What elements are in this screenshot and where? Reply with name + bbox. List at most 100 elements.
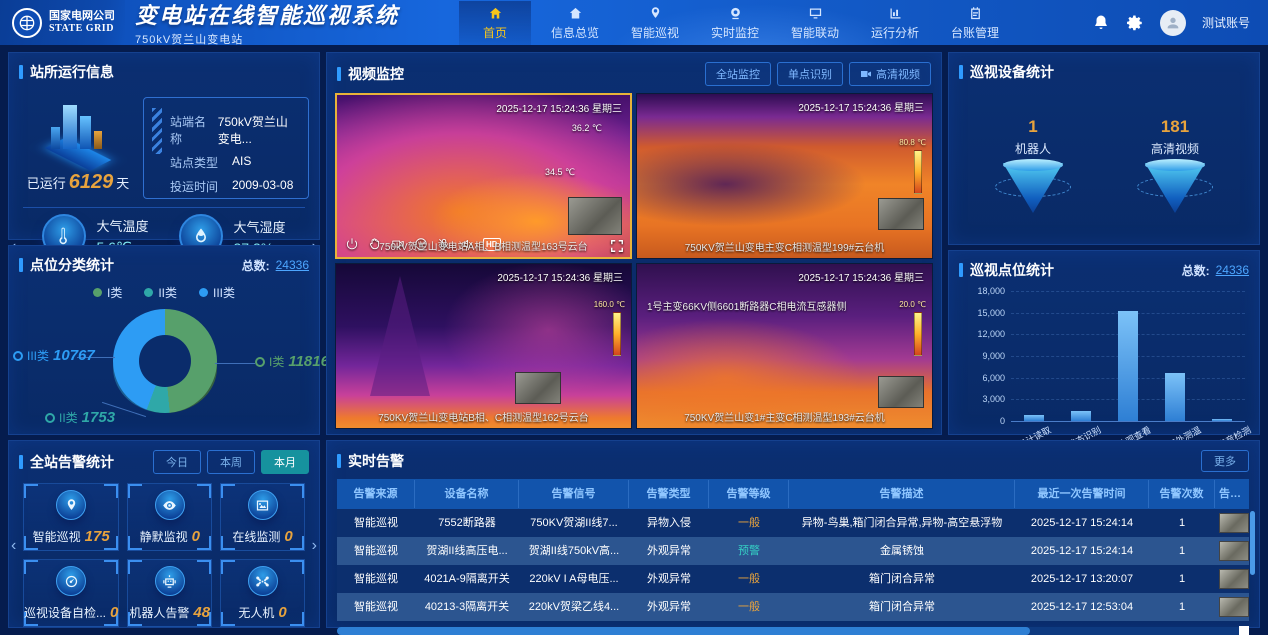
legend-label: II类 <box>158 284 177 301</box>
horizontal-scrollbar[interactable] <box>337 627 1249 635</box>
nav-item-ledger[interactable]: 台账管理 <box>939 1 1011 45</box>
total-count-link[interactable]: 24336 <box>1216 263 1249 277</box>
card-value: 0 <box>110 604 118 621</box>
tower-silhouette <box>370 276 430 396</box>
card-label: 无人机 <box>238 606 274 620</box>
video-feed-3[interactable]: 2025-12-17 15:24:36 星期三 160.0 ℃ 750KV贺兰山… <box>335 263 632 429</box>
top-bar: 国家电网公司 STATE GRID 变电站在线智能巡视系统 750kV贺兰山变电… <box>0 0 1268 45</box>
donut-chart: III类10767 I类11816 II类1753 <box>9 301 319 429</box>
bell-icon[interactable] <box>1092 14 1110 32</box>
card-online-monitor[interactable]: 在线监测0 <box>220 483 305 551</box>
horizontal-scrollbar-handle[interactable] <box>1239 626 1249 635</box>
robot-icon <box>155 566 185 596</box>
panel-title: 站所运行信息 <box>30 62 114 82</box>
callout-class2: II类1753 <box>45 409 115 426</box>
nav-item-analysis[interactable]: 运行分析 <box>859 1 931 45</box>
drone-icon <box>248 566 278 596</box>
horizontal-scrollbar-fill <box>337 627 1030 635</box>
table-row[interactable]: 智能巡视40213-3隔离开关 220kV贺梁乙线4...外观异常 一般 箱门闭… <box>337 593 1249 621</box>
device-count: 181 <box>1161 117 1189 137</box>
user-avatar[interactable] <box>1160 10 1186 36</box>
col-header: 告警信号 <box>519 480 629 508</box>
panel-title: 视频监控 <box>348 64 404 84</box>
video-timestamp: 2025-12-17 15:24:36 星期三 <box>496 100 622 115</box>
panel-realtime-alarms: 实时告警 更多 告警来源 设备名称 告警信号 告警类型 告警等级 告警描述 最近… <box>326 440 1260 628</box>
table-row[interactable]: 智能巡视4021A-9隔离开关 220kV I A母电压...外观异常 一般 箱… <box>337 565 1249 593</box>
card-value: 175 <box>85 528 110 545</box>
nav-label: 智能巡视 <box>631 24 679 41</box>
card-value: 0 <box>284 528 292 545</box>
hd-video-button[interactable]: 高清视频 <box>849 62 931 86</box>
thermal-colorbar <box>914 312 922 356</box>
video-timestamp: 2025-12-17 15:24:36 星期三 <box>497 269 623 284</box>
legend-dot-class1 <box>93 288 102 297</box>
y-tick: 6,000 <box>967 373 1005 383</box>
filter-month-button[interactable]: 本月 <box>261 450 309 474</box>
legend-label: III类 <box>213 284 235 301</box>
y-tick: 12,000 <box>967 329 1005 339</box>
ledger-icon <box>968 6 983 21</box>
alarm-image-thumbnail[interactable] <box>1219 541 1249 561</box>
device-label: 机器人 <box>1015 140 1051 157</box>
username[interactable]: 测试账号 <box>1202 14 1250 31</box>
alarm-image-thumbnail[interactable] <box>1219 597 1249 617</box>
nav-item-home[interactable]: 首页 <box>459 1 531 45</box>
y-tick: 3,000 <box>967 394 1005 404</box>
vertical-scrollbar[interactable] <box>1250 511 1255 575</box>
hatch-decoration <box>152 108 162 154</box>
person-icon <box>1165 15 1181 31</box>
nav-item-smart-linkage[interactable]: 智能联动 <box>779 1 851 45</box>
panel-video-monitoring: 视频监控 全站监控 单点识别 高清视频 2025-12-17 15:24:36 … <box>326 52 942 435</box>
panel-title: 实时告警 <box>348 451 404 471</box>
card-drone[interactable]: 无人机0 <box>220 559 305 627</box>
video-caption: 750KV贺兰山变电站B相、C相测温型162号云台 <box>336 409 631 424</box>
nav-item-realtime-monitor[interactable]: 实时监控 <box>699 1 771 45</box>
card-silent-watch[interactable]: 静默监视0 <box>127 483 212 551</box>
table-row[interactable]: 智能巡视贺湖II线高压电... 贺湖II线750kV高...外观异常 预警 金属… <box>337 537 1249 565</box>
video-feed-1[interactable]: 2025-12-17 15:24:36 星期三 36.2 ℃ 34.5 ℃ HD… <box>335 93 632 259</box>
card-robot-alarm[interactable]: 机器人告警 48 <box>127 559 212 627</box>
bar-position-status[interactable] <box>1071 411 1091 421</box>
more-button[interactable]: 更多 <box>1201 450 1249 472</box>
alarm-level: 一般 <box>709 593 789 621</box>
eye-icon <box>155 490 185 520</box>
pin-icon <box>648 6 663 21</box>
station-subtitle: 750kV贺兰山变电站 <box>135 31 399 47</box>
filter-week-button[interactable]: 本周 <box>207 450 255 474</box>
total-count-link[interactable]: 24336 <box>276 258 309 272</box>
alarm-level: 预警 <box>709 537 789 565</box>
gear-icon[interactable] <box>1126 14 1144 32</box>
nav-label: 信息总览 <box>551 24 599 41</box>
bar-appearance-view[interactable] <box>1118 311 1138 422</box>
video-feed-4[interactable]: 2025-12-17 15:24:36 星期三 1号主变66KV侧6601断路器… <box>636 263 933 429</box>
pip-thumbnail <box>878 376 924 408</box>
colorbar-label: 160.0 ℃ <box>594 300 625 309</box>
table-row[interactable]: 智能巡视7552断路器 750KV贺湖II线7...异物入侵 一般 异物-鸟巢,… <box>337 509 1249 537</box>
app-title: 变电站在线智能巡视系统 <box>135 0 399 30</box>
nav-item-smart-patrol[interactable]: 智能巡视 <box>619 1 691 45</box>
col-header: 最近一次告警时间 <box>1015 480 1149 508</box>
legend-dot-class2 <box>144 288 153 297</box>
fullscreen-icon[interactable] <box>610 239 624 253</box>
card-smart-patrol[interactable]: 智能巡视175 <box>23 483 119 551</box>
monitor-icon <box>808 6 823 21</box>
card-device-selfcheck[interactable]: 巡视设备自检...0 <box>23 559 119 627</box>
video-feed-2[interactable]: 2025-12-17 15:24:36 星期三 80.8 ℃ 750KV贺兰山变… <box>636 93 933 259</box>
nav-item-overview[interactable]: 信息总览 <box>539 1 611 45</box>
card-value: 48 <box>193 604 210 621</box>
full-station-monitor-button[interactable]: 全站监控 <box>705 62 771 86</box>
bar-infrared-temp[interactable] <box>1165 373 1185 421</box>
panel-title: 巡视设备统计 <box>970 62 1054 82</box>
video-caption: 750KV贺兰山变1#主变C相测温型193#云台机 <box>637 409 932 424</box>
y-tick: 18,000 <box>967 286 1005 296</box>
legend-dot-class3 <box>199 288 208 297</box>
single-point-recognition-button[interactable]: 单点识别 <box>777 62 843 86</box>
callout-class1: I类11816 <box>255 353 329 370</box>
card-label: 机器人告警 <box>129 606 189 620</box>
alarm-image-thumbnail[interactable] <box>1219 513 1249 533</box>
filter-today-button[interactable]: 今日 <box>153 450 201 474</box>
card-label: 静默监视 <box>140 530 188 544</box>
overview-icon <box>568 6 583 21</box>
alarm-image-thumbnail[interactable] <box>1219 569 1249 589</box>
webcam-icon <box>728 6 743 21</box>
